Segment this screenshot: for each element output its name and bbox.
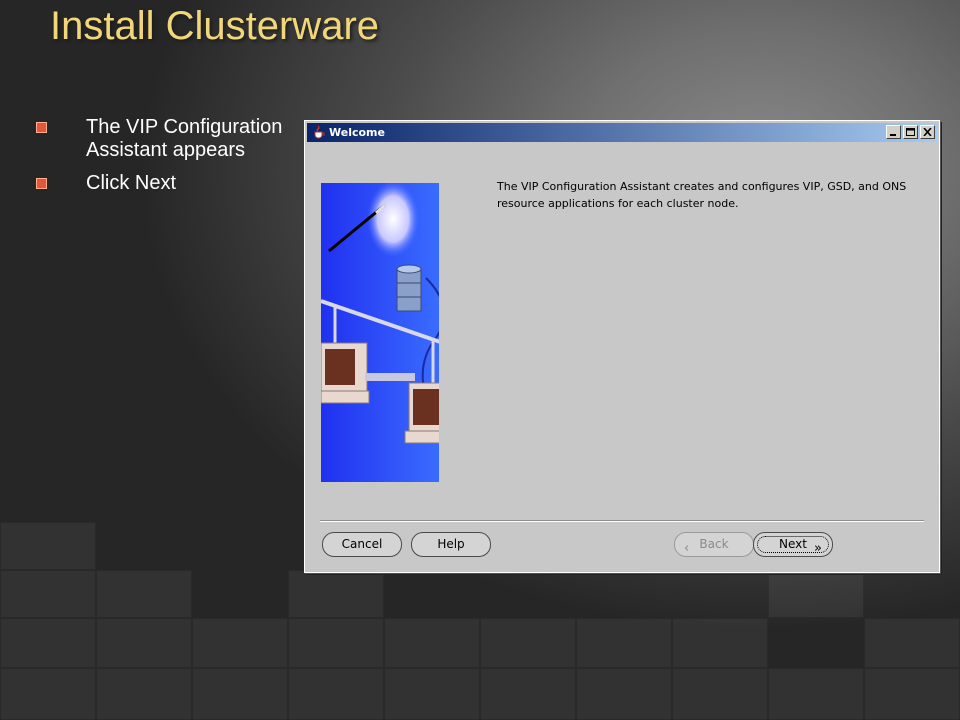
bullet-item: Click Next: [36, 172, 286, 195]
help-button[interactable]: Help: [411, 532, 491, 557]
close-button[interactable]: [920, 125, 935, 139]
chevron-left-icon: ‹: [684, 541, 690, 556]
bullet-marker-icon: [36, 178, 47, 189]
bullet-list: The VIP Configuration Assistant appears …: [36, 116, 286, 205]
slide-title: Install Clusterware: [50, 4, 380, 48]
cluster-illustration: [321, 183, 439, 482]
welcome-dialog: Welcome The VIP Configuration Assistant …: [304, 120, 940, 573]
bullet-item: The VIP Configuration Assistant appears: [36, 116, 286, 162]
welcome-description: The VIP Configuration Assistant creates …: [497, 180, 907, 210]
bullet-text: Click Next: [86, 172, 177, 194]
close-icon: [923, 128, 932, 136]
next-button[interactable]: Next »: [753, 532, 833, 557]
back-button[interactable]: ‹ Back: [674, 532, 754, 557]
bullet-marker-icon: [36, 122, 47, 133]
maximize-icon: [906, 128, 915, 136]
minimize-button[interactable]: [886, 125, 901, 139]
dialog-titlebar[interactable]: Welcome: [307, 123, 937, 142]
button-separator: [320, 520, 924, 522]
cancel-button[interactable]: Cancel: [322, 532, 402, 557]
dialog-title: Welcome: [329, 126, 385, 139]
chevron-right-icon: »: [814, 541, 822, 556]
minimize-icon: [890, 134, 896, 136]
bullet-text: The VIP Configuration Assistant appears: [86, 116, 283, 161]
back-button-label: Back: [699, 537, 729, 551]
maximize-button[interactable]: [903, 125, 918, 139]
java-cup-icon: [314, 125, 325, 139]
